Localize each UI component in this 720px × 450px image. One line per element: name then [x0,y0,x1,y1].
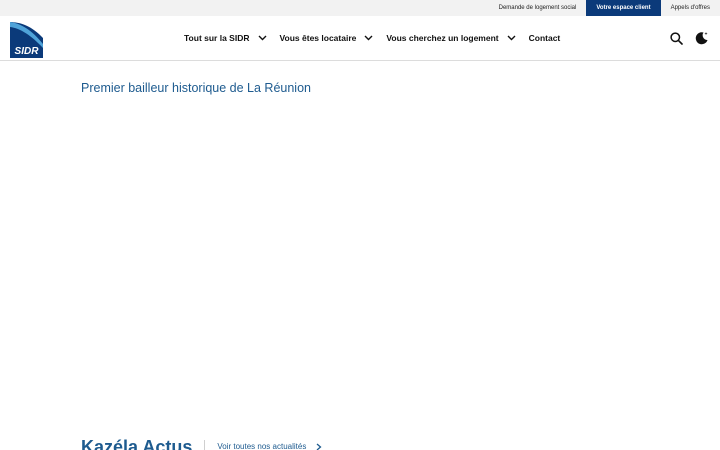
dark-mode-toggle[interactable] [694,30,710,46]
main-header: SIDR Tout sur la SIDR Vous êtes locatair… [0,16,720,61]
nav-label: Tout sur la SIDR [184,33,250,43]
nav-item-tout-sur-la-sidr[interactable]: Tout sur la SIDR [184,33,267,43]
header-icons [658,30,710,46]
utility-link-logement-social[interactable]: Demande de logement social [489,0,587,16]
dark-mode-icon [695,32,708,45]
main-nav: Tout sur la SIDR Vous êtes locataire Vou… [184,16,573,60]
search-button[interactable] [668,30,684,46]
sidr-logo-mark: SIDR [10,18,43,58]
search-icon [669,31,683,45]
utility-link-espace-client[interactable]: Votre espace client [586,0,661,16]
all-news-link-label: Voir toutes nos actualités [217,442,307,450]
nav-item-vous-cherchez-un-logement[interactable]: Vous cherchez un logement [386,33,516,43]
nav-item-vous-etes-locataire[interactable]: Vous êtes locataire [280,33,374,43]
nav-label: Vous cherchez un logement [386,33,499,43]
svg-text:SIDR: SIDR [15,46,40,57]
all-news-link[interactable]: Voir toutes nos actualités [217,438,322,450]
top-utility-bar: Demande de logement social Votre espace … [0,0,720,16]
nav-label: Vous êtes locataire [279,33,357,43]
chevron-down-icon [258,35,266,41]
nav-item-contact[interactable]: Contact [529,33,561,43]
chevron-down-icon [364,35,373,41]
news-section-header: Kazéla Actus Voir toutes nos actualités [81,438,322,450]
utility-link-appels-offres[interactable]: Appels d'offres [661,0,720,16]
sidr-logo[interactable]: SIDR [10,18,43,58]
page-tagline: Premier bailleur historique de La Réunio… [81,81,311,95]
news-section-title: Kazéla Actus [81,438,193,450]
nav-label: Contact [528,33,561,43]
chevron-right-icon [316,443,322,450]
section-divider [204,440,206,450]
utility-links: Demande de logement social Votre espace … [489,0,720,16]
chevron-down-icon [507,35,516,41]
